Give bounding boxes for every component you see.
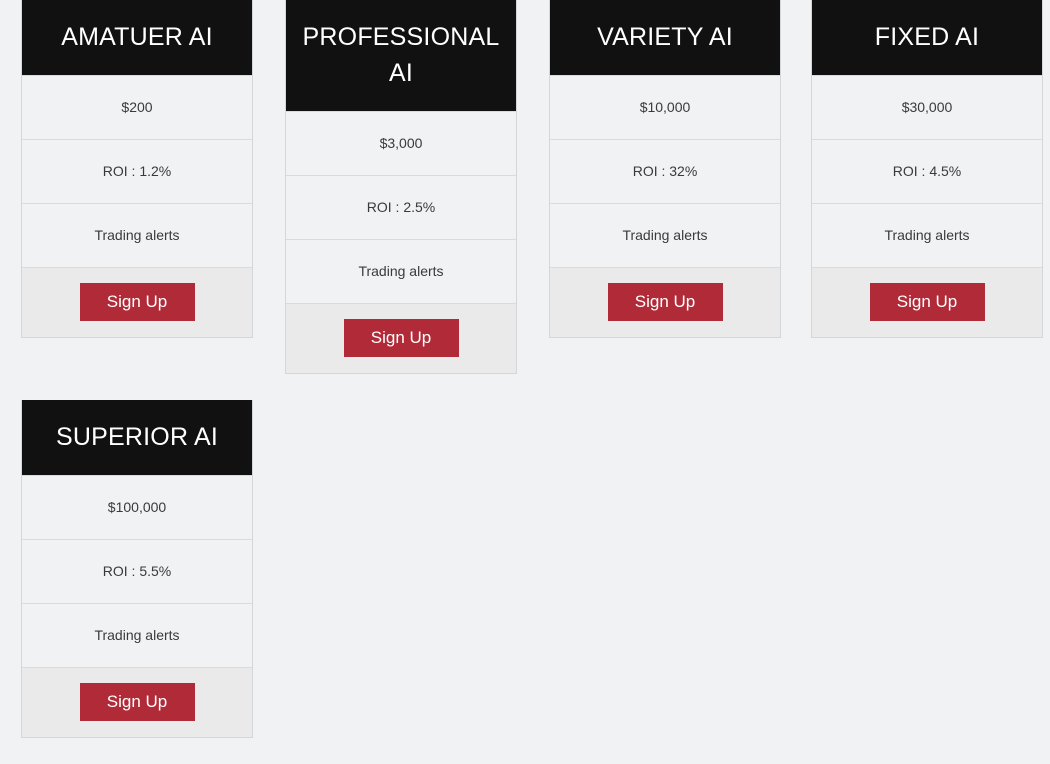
- sign-up-button[interactable]: Sign Up: [869, 283, 985, 321]
- pricing-card-price: $10,000: [550, 75, 780, 139]
- pricing-card-footer: Sign Up: [812, 267, 1042, 337]
- sign-up-button[interactable]: Sign Up: [79, 283, 195, 321]
- pricing-card-roi: ROI : 1.2%: [22, 139, 252, 203]
- pricing-card-grid: AMATUER AI $200 ROI : 1.2% Trading alert…: [0, 0, 1050, 764]
- pricing-card-roi: ROI : 4.5%: [812, 139, 1042, 203]
- pricing-card-feature: Trading alerts: [286, 239, 516, 303]
- pricing-card-feature: Trading alerts: [550, 203, 780, 267]
- pricing-card-title: VARIETY AI: [550, 0, 780, 75]
- pricing-card-footer: Sign Up: [286, 303, 516, 373]
- pricing-card-title: FIXED AI: [812, 0, 1042, 75]
- pricing-card-price: $200: [22, 75, 252, 139]
- pricing-card-title: PROFESSIONAL AI: [286, 0, 516, 111]
- pricing-card-footer: Sign Up: [550, 267, 780, 337]
- pricing-card-feature: Trading alerts: [812, 203, 1042, 267]
- pricing-card-superior-ai: SUPERIOR AI $100,000 ROI : 5.5% Trading …: [21, 400, 253, 738]
- sign-up-button[interactable]: Sign Up: [607, 283, 723, 321]
- pricing-card-amatuer-ai: AMATUER AI $200 ROI : 1.2% Trading alert…: [21, 0, 253, 338]
- sign-up-button[interactable]: Sign Up: [79, 683, 195, 721]
- pricing-card-title: AMATUER AI: [22, 0, 252, 75]
- pricing-card-roi: ROI : 32%: [550, 139, 780, 203]
- pricing-card-price: $3,000: [286, 111, 516, 175]
- pricing-card-roi: ROI : 5.5%: [22, 539, 252, 603]
- pricing-card-fixed-ai: FIXED AI $30,000 ROI : 4.5% Trading aler…: [811, 0, 1043, 338]
- pricing-card-roi: ROI : 2.5%: [286, 175, 516, 239]
- pricing-card-price: $100,000: [22, 475, 252, 539]
- pricing-card-title: SUPERIOR AI: [22, 400, 252, 475]
- pricing-card-price: $30,000: [812, 75, 1042, 139]
- pricing-card-professional-ai: PROFESSIONAL AI $3,000 ROI : 2.5% Tradin…: [285, 0, 517, 374]
- pricing-card-feature: Trading alerts: [22, 603, 252, 667]
- pricing-card-feature: Trading alerts: [22, 203, 252, 267]
- pricing-card-footer: Sign Up: [22, 267, 252, 337]
- sign-up-button[interactable]: Sign Up: [343, 319, 459, 357]
- pricing-card-variety-ai: VARIETY AI $10,000 ROI : 32% Trading ale…: [549, 0, 781, 338]
